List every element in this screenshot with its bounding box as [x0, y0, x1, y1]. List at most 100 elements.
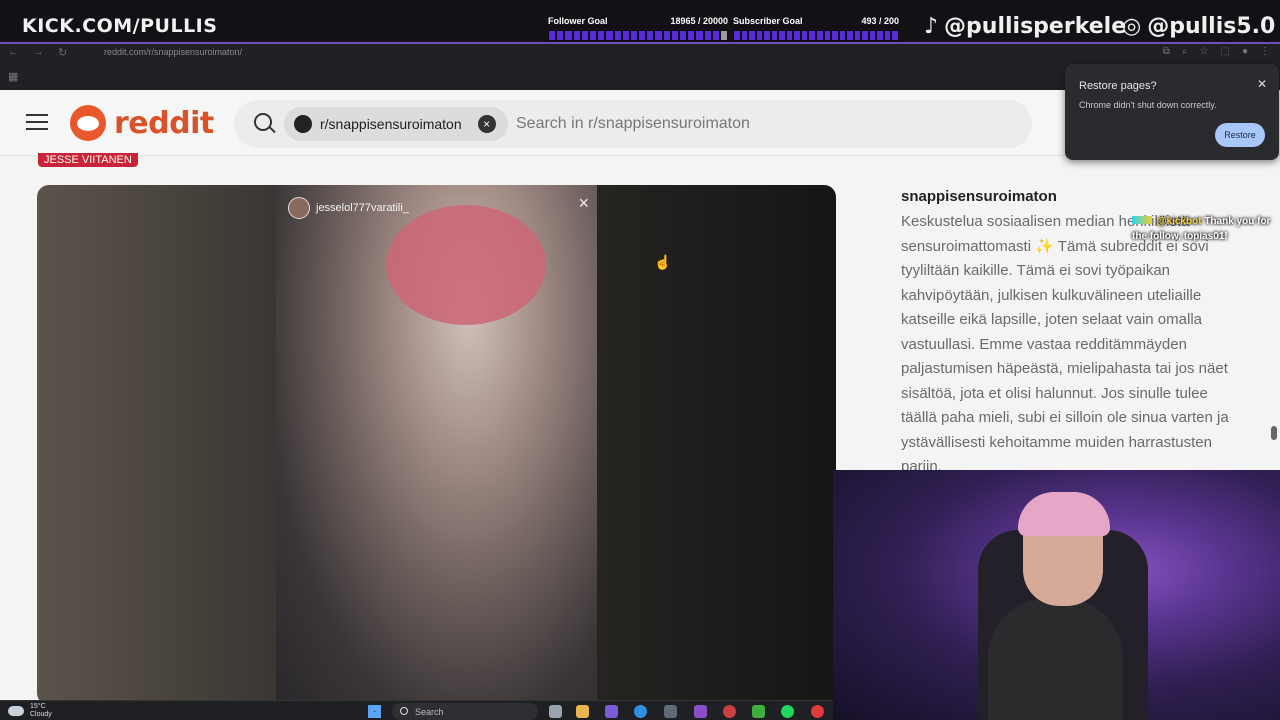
copilot-icon[interactable]: [605, 705, 618, 718]
stream-overlay-bar: KICK.COM/PULLIS Follower Goal 18965 / 20…: [0, 0, 1280, 44]
chat-alert-message: Thank you for the follow, topias01!: [1132, 216, 1271, 242]
goal-segment: [756, 31, 763, 40]
webcam-feed: [833, 470, 1280, 720]
instagram-handle: ◎ @pullis5.0: [1122, 14, 1275, 39]
goal-segment: [877, 31, 883, 40]
forward-icon[interactable]: →: [33, 46, 44, 59]
browser-nav: ← → ↻: [8, 46, 67, 59]
follower-goal-progress: 18965 / 20000: [670, 16, 728, 26]
goal-segment: [734, 31, 740, 40]
search-icon: [254, 113, 272, 131]
goal-segment: [680, 31, 687, 40]
search-bar[interactable]: r/snappisensuroimaton × Search in r/snap…: [234, 100, 1032, 148]
goal-segment: [704, 31, 711, 40]
subscriber-goal-label: Subscriber Goal: [733, 16, 803, 26]
media-username: jesselol777varatili_: [316, 202, 409, 214]
hand-cursor-icon: ☝: [654, 254, 672, 270]
reload-icon[interactable]: ↻: [58, 46, 67, 59]
media-user-avatar: [288, 197, 310, 219]
bookmark-star-icon[interactable]: ☆: [1200, 46, 1209, 57]
store-icon[interactable]: [664, 705, 677, 718]
restore-pages-popup: Restore pages? Chrome didn't shut down c…: [1065, 64, 1279, 160]
file-explorer-icon[interactable]: [576, 705, 589, 718]
clear-chip-icon[interactable]: ×: [477, 115, 496, 133]
weather-condition: Cloudy: [30, 711, 52, 718]
goal-segment: [573, 31, 580, 40]
zoom-icon[interactable]: ⌕: [1182, 46, 1188, 57]
profile-icon[interactable]: ●: [1242, 46, 1248, 57]
subreddit-description: Keskustelua sosiaalisen median henkilöis…: [901, 213, 1229, 475]
back-icon[interactable]: ←: [8, 46, 19, 59]
goal-segment: [832, 31, 838, 40]
snoo-icon: [70, 105, 106, 141]
follower-goal-label: Follower Goal: [548, 16, 608, 26]
goal-segment: [655, 31, 662, 40]
goal-segment: [589, 31, 597, 40]
media-user: jesselol777varatili_: [288, 197, 409, 219]
goal-segment: [764, 31, 770, 40]
follower-goal-bar: [548, 30, 728, 41]
reddit-wordmark: reddit: [114, 105, 214, 141]
post-flair[interactable]: JESSE VIITANEN: [38, 153, 138, 167]
obs-icon[interactable]: [723, 705, 736, 718]
tiktok-handle: ♪ @pullisperkele: [924, 14, 1126, 39]
goal-segment: [892, 31, 899, 40]
spotify-icon[interactable]: [781, 705, 794, 718]
apps-icon[interactable]: ▦: [8, 70, 18, 83]
windows-start-icon[interactable]: [368, 705, 381, 718]
subscriber-goal-progress: 493 / 200: [861, 16, 899, 26]
edge-icon[interactable]: [634, 705, 647, 718]
taskbar-search[interactable]: Search: [392, 703, 538, 720]
subreddit-title[interactable]: snappisensuroimaton: [901, 188, 1057, 205]
task-view-icon[interactable]: [549, 705, 562, 718]
goal-segment: [862, 31, 868, 40]
close-icon[interactable]: ✕: [1257, 77, 1267, 91]
post-media[interactable]: jesselol777varatili_ × ☝: [37, 185, 836, 700]
search-input[interactable]: Search in r/snappisensuroimaton: [516, 115, 750, 133]
chat-alert: @kickbot Thank you for the follow, topia…: [1132, 214, 1280, 244]
goal-segment: [671, 31, 678, 40]
close-icon: ×: [578, 193, 589, 213]
goal-segment: [801, 31, 808, 40]
subreddit-search-chip[interactable]: r/snappisensuroimaton ×: [284, 107, 508, 141]
extensions-icon[interactable]: ⬚: [1221, 46, 1230, 57]
address-bar[interactable]: reddit.com/r/snappisensuroimaton/: [104, 47, 242, 57]
goal-segment: [565, 31, 572, 40]
instagram-icon: ◎: [1122, 14, 1142, 39]
app-icon[interactable]: [694, 705, 707, 718]
weather-widget[interactable]: 15°C Cloudy: [8, 703, 52, 719]
cloud-icon: [8, 706, 24, 716]
browser-actions: ⧉ ⌕ ☆ ⬚ ● ⋮: [1163, 46, 1270, 57]
windows-taskbar: 15°C Cloudy Search: [0, 700, 833, 720]
goal-segment: [794, 31, 800, 40]
opera-icon[interactable]: [811, 705, 824, 718]
post-image: jesselol777varatili_ ×: [276, 185, 597, 700]
goal-segment: [839, 31, 846, 40]
subscriber-goal: Subscriber Goal 493 / 200: [733, 16, 899, 42]
restore-popup-title: Restore pages?: [1079, 80, 1157, 92]
scrollbar-thumb[interactable]: [1271, 426, 1277, 440]
photo-subject: [386, 205, 546, 325]
goal-segment: [581, 31, 588, 40]
streamer-body: [988, 598, 1123, 720]
goal-segment: [817, 31, 823, 40]
subscriber-goal-bar: [733, 30, 899, 41]
goal-segment: [749, 31, 755, 40]
hamburger-menu-icon[interactable]: [26, 114, 48, 130]
goal-segment: [598, 31, 605, 40]
goal-segment: [622, 31, 629, 40]
install-icon[interactable]: ⧉: [1163, 46, 1170, 57]
goal-segment: [606, 31, 613, 40]
menu-icon[interactable]: ⋮: [1260, 46, 1270, 57]
channel-logo: KICK.COM/PULLIS: [22, 15, 218, 37]
streamer-hair: [1018, 492, 1110, 536]
reddit-logo[interactable]: reddit: [70, 105, 214, 141]
subreddit-chip-label: r/snappisensuroimaton: [320, 116, 462, 132]
goal-segment: [884, 31, 891, 40]
goal-segment: [549, 31, 556, 40]
goal-segment: [557, 31, 564, 40]
goal-segment: [809, 31, 816, 40]
restore-button[interactable]: Restore: [1215, 123, 1265, 147]
play-icon[interactable]: [752, 705, 765, 718]
goal-segment: [720, 31, 728, 40]
